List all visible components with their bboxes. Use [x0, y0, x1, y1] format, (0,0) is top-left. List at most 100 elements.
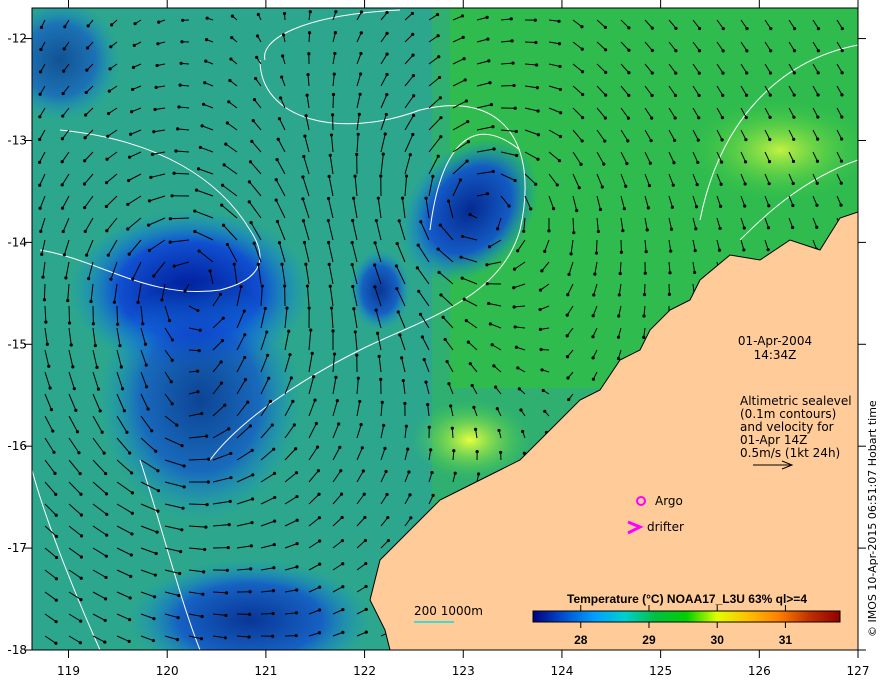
velocity-arrow-head [339, 469, 343, 473]
velocity-arrow-head [591, 314, 595, 318]
velocity-arrow-head [558, 87, 562, 92]
velocity-arrow-head [294, 447, 298, 451]
velocity-arrow-head [328, 284, 332, 288]
velocity-arrow-head [791, 159, 796, 163]
velocity-arrow-head [160, 298, 164, 302]
velocity-arrow-head [130, 532, 134, 536]
velocity-arrow-head [289, 376, 293, 380]
velocity-arrow-head [285, 306, 289, 310]
velocity-arrow-head [242, 309, 246, 313]
velocity-arrow-head [226, 545, 230, 550]
velocity-arrow-head [357, 112, 361, 116]
velocity-arrow-head [152, 617, 156, 621]
velocity-arrow-head [179, 61, 183, 65]
velocity-arrow-head [116, 322, 120, 326]
velocity-arrow-head [521, 429, 525, 434]
velocity-arrow-head [197, 249, 201, 253]
velocity-arrow-head [452, 449, 456, 453]
velocity-arrow-head [353, 330, 357, 334]
velocity-arrow-head [395, 241, 399, 246]
velocity-arrow-head [642, 293, 647, 297]
velocity-arrow-head [53, 471, 57, 475]
velocity-arrow-head [567, 397, 571, 402]
velocity-arrow-head [105, 229, 109, 233]
velocity-arrow-head [622, 207, 626, 211]
velocity-arrow-head [436, 154, 440, 158]
velocity-arrow-head [566, 293, 570, 297]
velocity-arrow-head [744, 93, 749, 97]
velocity-arrow-head [125, 430, 129, 434]
velocity-arrow-head [275, 219, 280, 224]
lat-tick-label: -12 [7, 32, 27, 46]
velocity-arrow-head [61, 229, 65, 234]
colorbar-bar [532, 610, 841, 623]
credit-text: © IMOS 10-Apr-2015 06:51:07 Hobart time [866, 400, 879, 637]
velocity-arrow-head [791, 181, 795, 186]
velocity-arrow-head [385, 72, 389, 77]
velocity-arrow-head [697, 71, 701, 75]
velocity-arrow-head [491, 125, 495, 129]
velocity-arrow-head [198, 145, 203, 150]
velocity-arrow-head [374, 308, 378, 312]
velocity-arrow-head [792, 93, 796, 97]
velocity-arrow-head [198, 328, 202, 332]
velocity-arrow-head [598, 207, 603, 212]
velocity-arrow-head [127, 639, 131, 643]
velocity-arrow-head [223, 403, 227, 407]
velocity-arrow-head [193, 209, 197, 213]
velocity-arrow-head [395, 287, 399, 291]
velocity-arrow-head [721, 71, 725, 75]
velocity-arrow-head [412, 94, 416, 98]
velocity-arrow-head [131, 65, 136, 69]
velocity-arrow-head [39, 229, 43, 233]
velocity-arrow-head [40, 252, 44, 256]
velocity-arrow-head [328, 153, 332, 157]
velocity-arrow-head [673, 138, 677, 142]
velocity-arrow-head [54, 534, 59, 538]
velocity-arrow-head [170, 194, 174, 198]
argo-label: Argo [655, 494, 683, 508]
velocity-arrow-head [251, 473, 255, 477]
velocity-arrow-head [270, 423, 274, 427]
velocity-arrow-head [225, 568, 229, 572]
velocity-arrow-head [766, 226, 771, 230]
velocity-arrow-head [515, 153, 519, 158]
velocity-arrow-head [220, 339, 225, 343]
velocity-arrow-head [168, 240, 172, 244]
velocity-arrow-head [840, 137, 844, 141]
velocity-arrow-head [78, 471, 82, 476]
velocity-arrow-head [529, 207, 533, 211]
velocity-arrow-head [63, 25, 67, 29]
velocity-arrow-head [363, 515, 367, 520]
velocity-arrow-head [341, 630, 345, 634]
velocity-arrow-head [84, 113, 88, 117]
velocity-arrow-head [61, 91, 65, 96]
velocity-arrow-head [74, 408, 78, 412]
velocity-arrow-head [437, 270, 441, 274]
velocity-arrow-head [60, 137, 65, 141]
velocity-arrow-head [626, 139, 630, 143]
velocity-arrow-head [118, 343, 122, 348]
velocity-arrow-head [126, 202, 130, 207]
velocity-arrow-head [359, 31, 363, 35]
velocity-arrow-head [547, 229, 551, 233]
velocity-arrow-head [512, 267, 517, 271]
velocity-arrow-head [246, 400, 250, 404]
velocity-arrow-head [489, 103, 494, 107]
lat-tick-label: -17 [7, 541, 27, 555]
velocity-arrow-head [89, 299, 93, 304]
lon-tick-label: 122 [353, 664, 376, 678]
velocity-arrow-head [768, 137, 772, 142]
velocity-arrow-head [272, 566, 276, 570]
velocity-arrow-head [745, 49, 749, 53]
velocity-arrow-head [694, 227, 698, 231]
velocity-arrow-head [558, 64, 562, 69]
velocity-arrow-head [445, 359, 449, 364]
velocity-arrow-head [333, 51, 337, 56]
velocity-arrow-head [274, 178, 278, 182]
velocity-arrow-head [400, 196, 405, 200]
velocity-arrow-head [112, 300, 117, 304]
velocity-arrow-head [104, 204, 108, 209]
velocity-arrow-head [350, 241, 354, 245]
velocity-arrow-head [671, 183, 675, 187]
